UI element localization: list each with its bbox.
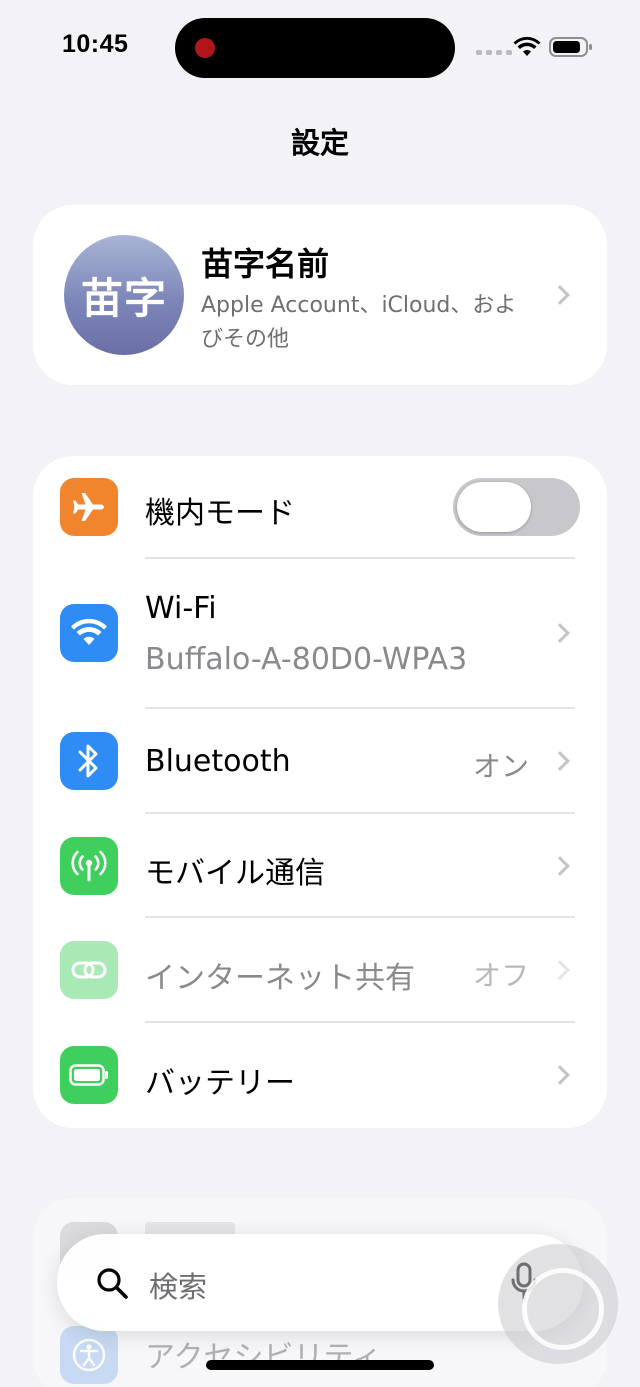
link-icon [60,941,118,999]
airplane-icon [60,478,118,536]
personal-hotspot-status: オフ [472,959,529,992]
assistive-touch-button[interactable] [498,1244,618,1364]
airplane-mode-label: 機内モード [145,496,295,531]
chevron-right-icon [550,285,570,305]
chevron-right-icon [550,960,570,980]
bluetooth-label: Bluetooth [145,744,291,779]
home-indicator[interactable] [206,1360,434,1370]
battery-row[interactable]: バッテリー [33,1023,607,1128]
recording-indicator-icon [195,38,215,58]
apple-account-card[interactable]: 苗字 苗字名前 Apple Account、iCloud、およびその他 [33,205,607,385]
connectivity-settings-group: 機内モード Wi-Fi Buffalo-A-80D0-WPA3 Bluetoot… [33,456,607,1128]
wifi-network-name: Buffalo-A-80D0-WPA3 [145,642,468,677]
account-name: 苗字名前 [201,245,330,283]
wifi-status-icon [513,36,541,56]
cellular-row[interactable]: モバイル通信 [33,814,607,917]
bluetooth-status: オン [472,750,529,783]
wifi-row[interactable]: Wi-Fi Buffalo-A-80D0-WPA3 [33,559,607,707]
avatar: 苗字 [64,235,184,355]
dynamic-island [175,18,455,78]
cellular-label: モバイル通信 [145,856,325,891]
battery-label: バッテリー [145,1066,295,1101]
accessibility-icon [60,1326,118,1384]
search-input[interactable]: 検索 [149,1264,207,1306]
antenna-icon [60,837,118,895]
battery-status-icon [549,37,592,57]
airplane-mode-toggle[interactable] [453,478,580,536]
chevron-right-icon [550,751,570,771]
page-title: 設定 [290,126,349,160]
search-icon [97,1268,128,1299]
wifi-label: Wi-Fi [145,591,217,626]
bluetooth-row[interactable]: Bluetooth オン [33,709,607,813]
chevron-right-icon [550,623,570,643]
chevron-right-icon [550,856,570,876]
toggle-knob [457,482,531,532]
airplane-mode-row: 機内モード [33,456,607,558]
battery-icon [60,1046,118,1104]
bluetooth-icon [60,732,118,790]
status-time: 10:45 [62,30,129,58]
cellular-signal-icon [476,50,512,55]
wifi-icon [60,604,118,662]
personal-hotspot-row[interactable]: インターネット共有 オフ [33,918,607,1022]
chevron-right-icon [550,1065,570,1085]
account-subtitle: Apple Account、iCloud、およびその他 [201,293,517,352]
personal-hotspot-label: インターネット共有 [145,961,415,996]
